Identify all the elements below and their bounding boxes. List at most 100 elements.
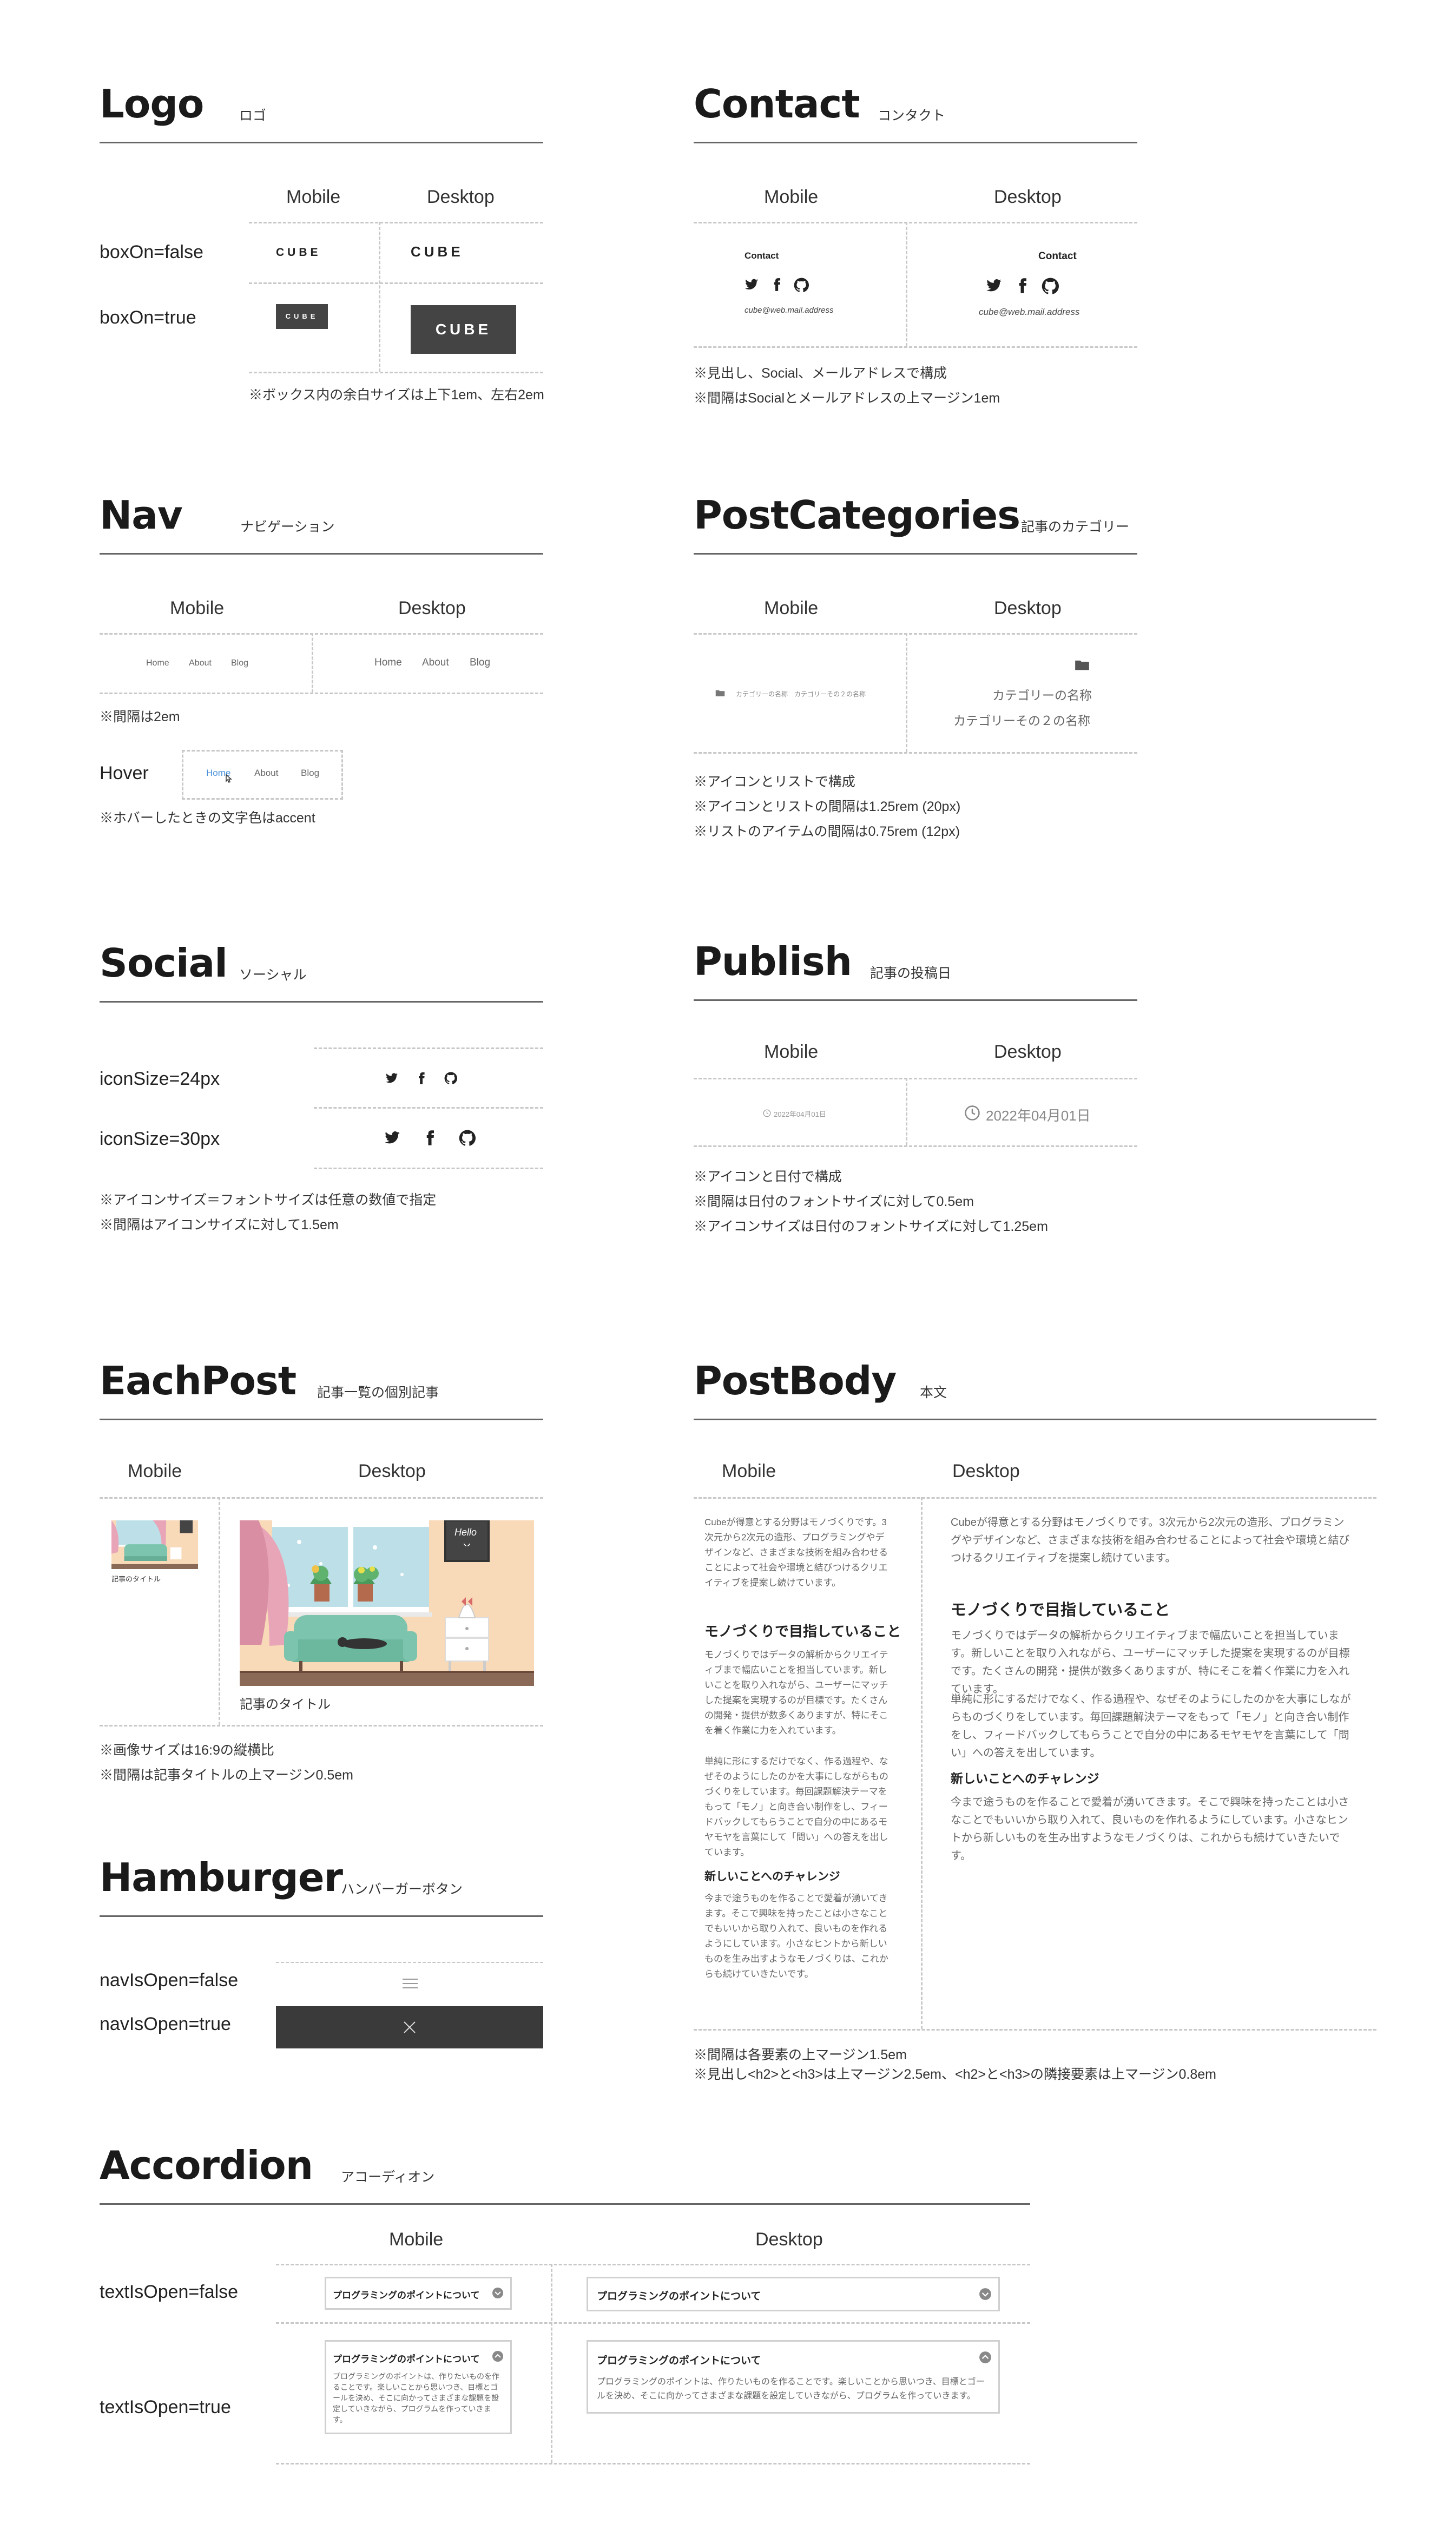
logo-section: Logo ロゴ Mobile Desktop boxOn=false boxOn…	[100, 81, 544, 406]
divider	[249, 282, 543, 284]
facebook-icon[interactable]	[422, 1130, 438, 1146]
column-header-desktop: Desktop	[755, 2229, 823, 2250]
publish-date-desktop: 2022年04月01日	[986, 1108, 1091, 1124]
divider	[100, 1725, 543, 1727]
section-rule	[694, 999, 1137, 1001]
section-rule	[100, 142, 543, 143]
section-subtitle: コンタクト	[878, 108, 946, 123]
nav-item-home[interactable]: Home	[374, 657, 402, 669]
note: ※アイコンサイズは日付のフォントサイズに対して1.25em	[694, 1219, 1048, 1234]
column-header-desktop: Desktop	[994, 598, 1062, 618]
post-categories-section: PostCategories 記事のカテゴリー Mobile Desktop カ…	[694, 492, 1137, 844]
section-title: Social	[100, 940, 228, 986]
divider	[276, 2463, 1030, 2464]
accordion-item-mobile-closed[interactable]: プログラミングのポイントについて	[325, 2277, 512, 2310]
note: ※アイコンと日付で構成	[694, 1169, 842, 1184]
category-list-mobile[interactable]: カテゴリーの名称 カテゴリーその２の名称	[736, 689, 866, 699]
section-title: EachPost	[100, 1358, 297, 1403]
folder-icon	[715, 690, 725, 696]
paragraph: 今まで途うものを作ることで愛着が湧いてきます。そこで興味を持ったことは小さなこと…	[704, 1893, 888, 1979]
column-header-desktop: Desktop	[427, 187, 495, 207]
nav-item-blog[interactable]: Blog	[470, 657, 490, 669]
row-label-boxon-true: boxOn=true	[100, 307, 196, 328]
post-title-mobile[interactable]: 記事のタイトル	[111, 1573, 161, 1584]
contact-section: Contact コンタクト Mobile Desktop Contact cub…	[694, 81, 1137, 406]
post-card-mobile[interactable]: 記事のタイトル	[111, 1520, 198, 1585]
contact-heading-mobile: Contact	[745, 251, 779, 261]
twitter-icon[interactable]	[745, 278, 759, 292]
contact-email-desktop[interactable]: cube@web.mail.address	[979, 307, 1079, 318]
row-label-nav-open: navIsOpen=true	[100, 2014, 231, 2034]
paragraph: 単純に形にするだけでなく、作る過程や、なぜそのようにしたのかを大事にしながらもの…	[951, 1693, 1351, 1759]
section-subtitle: ソーシャル	[239, 967, 307, 983]
row-label-icon-30: iconSize=30px	[100, 1129, 220, 1149]
row-label-text-closed: textIsOpen=false	[100, 2282, 239, 2302]
nav-item-about[interactable]: About	[254, 768, 278, 779]
logo-box-desktop[interactable]: CUBE	[411, 305, 516, 354]
accordion-item-mobile-open[interactable]: プログラミングのポイントについて プログラミングのポイントは、作りたいものを作る…	[325, 2340, 512, 2434]
divider	[694, 1078, 1137, 1079]
accordion-answer: プログラミングのポイントは、作りたいものを作ることです。楽しいことから思いつき、…	[333, 2372, 499, 2424]
section-subtitle: 記事一覧の個別記事	[317, 1385, 439, 1400]
nav-item-about[interactable]: About	[189, 658, 212, 668]
accordion-item-desktop-closed[interactable]: プログラミングのポイントについて	[587, 2277, 1000, 2311]
cursor-icon	[226, 774, 232, 783]
category-item-2[interactable]: カテゴリーその２の名称	[953, 710, 1090, 729]
facebook-icon[interactable]	[1014, 278, 1031, 294]
accordion-section: Accordion アコーディオン Mobile Desktop textIsO…	[100, 2143, 1030, 2489]
note: ※リストのアイテムの間隔は0.75rem (12px)	[694, 824, 960, 839]
divider	[694, 752, 1137, 754]
category-item-1[interactable]: カテゴリーの名称	[992, 685, 1092, 703]
nav-item-blog[interactable]: Blog	[231, 658, 248, 668]
section-title: Accordion	[100, 2143, 313, 2188]
section-title: Publish	[694, 939, 852, 984]
twitter-icon[interactable]	[385, 1072, 398, 1085]
accordion-question: プログラミングのポイントについて	[333, 2354, 480, 2364]
row-label-nav-closed: navIsOpen=false	[100, 1970, 239, 1991]
note: ※見出し<h2>と<h3>は上マージン2.5em、<h2>と<h3>の隣接要素は…	[694, 2067, 1216, 2082]
paragraph: 単純に形にするだけでなく、作る過程や、なぜそのようにしたのかを大事にしながらもの…	[704, 1756, 888, 1857]
section-rule	[694, 1419, 1376, 1420]
post-card-desktop[interactable]: Hello 記事のタイトル	[240, 1520, 534, 1715]
contact-email-mobile[interactable]: cube@web.mail.address	[745, 306, 833, 315]
section-subtitle: アコーディオン	[341, 2170, 435, 2185]
section-title: Hamburger	[100, 1855, 343, 1900]
github-icon[interactable]	[1042, 278, 1059, 295]
github-icon[interactable]	[794, 278, 809, 293]
logo-box-mobile[interactable]: CUBE	[276, 304, 328, 329]
facebook-icon[interactable]	[415, 1072, 428, 1085]
note: ※見出し、Social、メールアドレスで構成	[694, 366, 947, 381]
note: ※画像サイズは16:9の縦横比	[100, 1743, 274, 1758]
nav-item-blog[interactable]: Blog	[301, 768, 319, 779]
each-post-section: EachPost 記事一覧の個別記事 Mobile Desktop 記事のタイト…	[100, 1358, 543, 1791]
accordion-answer: プログラミングのポイントは、作りたいものを作ることです。楽しいことから思いつき、…	[597, 2377, 985, 2401]
close-menu-button[interactable]	[276, 2006, 543, 2048]
note: ※間隔は各要素の上マージン1.5em	[694, 2047, 907, 2062]
facebook-icon[interactable]	[770, 278, 784, 292]
divider	[100, 1497, 543, 1499]
logo-desktop[interactable]: CUBE	[411, 243, 464, 260]
divider	[249, 372, 543, 373]
accordion-question: プログラミングのポイントについて	[333, 2290, 480, 2301]
divider	[694, 2029, 1376, 2031]
logo-mobile[interactable]: CUBE	[276, 246, 321, 259]
divider	[100, 693, 543, 694]
post-title-desktop[interactable]: 記事のタイトル	[240, 1693, 331, 1712]
post-thumbnail-image: Hello	[240, 1520, 534, 1686]
github-icon[interactable]	[444, 1072, 457, 1085]
column-header-mobile: Mobile	[764, 187, 819, 207]
hamburger-button[interactable]	[276, 1963, 543, 2004]
note: ※間隔はアイコンサイズに対して1.5em	[100, 1217, 339, 1233]
accordion-item-desktop-open[interactable]: プログラミングのポイントについて プログラミングのポイントは、作りたいものを作る…	[587, 2340, 1000, 2414]
divider	[314, 1107, 543, 1109]
post-thumbnail-image	[111, 1520, 198, 1569]
section-title: PostBody	[694, 1358, 897, 1403]
nav-item-about[interactable]: About	[422, 657, 449, 669]
row-label-icon-24: iconSize=24px	[100, 1069, 220, 1089]
column-header-mobile: Mobile	[764, 598, 819, 618]
clock-icon	[965, 1105, 980, 1121]
twitter-icon[interactable]	[384, 1130, 400, 1146]
twitter-icon[interactable]	[986, 278, 1002, 294]
github-icon[interactable]	[459, 1130, 476, 1146]
nav-item-home[interactable]: Home	[146, 658, 169, 668]
